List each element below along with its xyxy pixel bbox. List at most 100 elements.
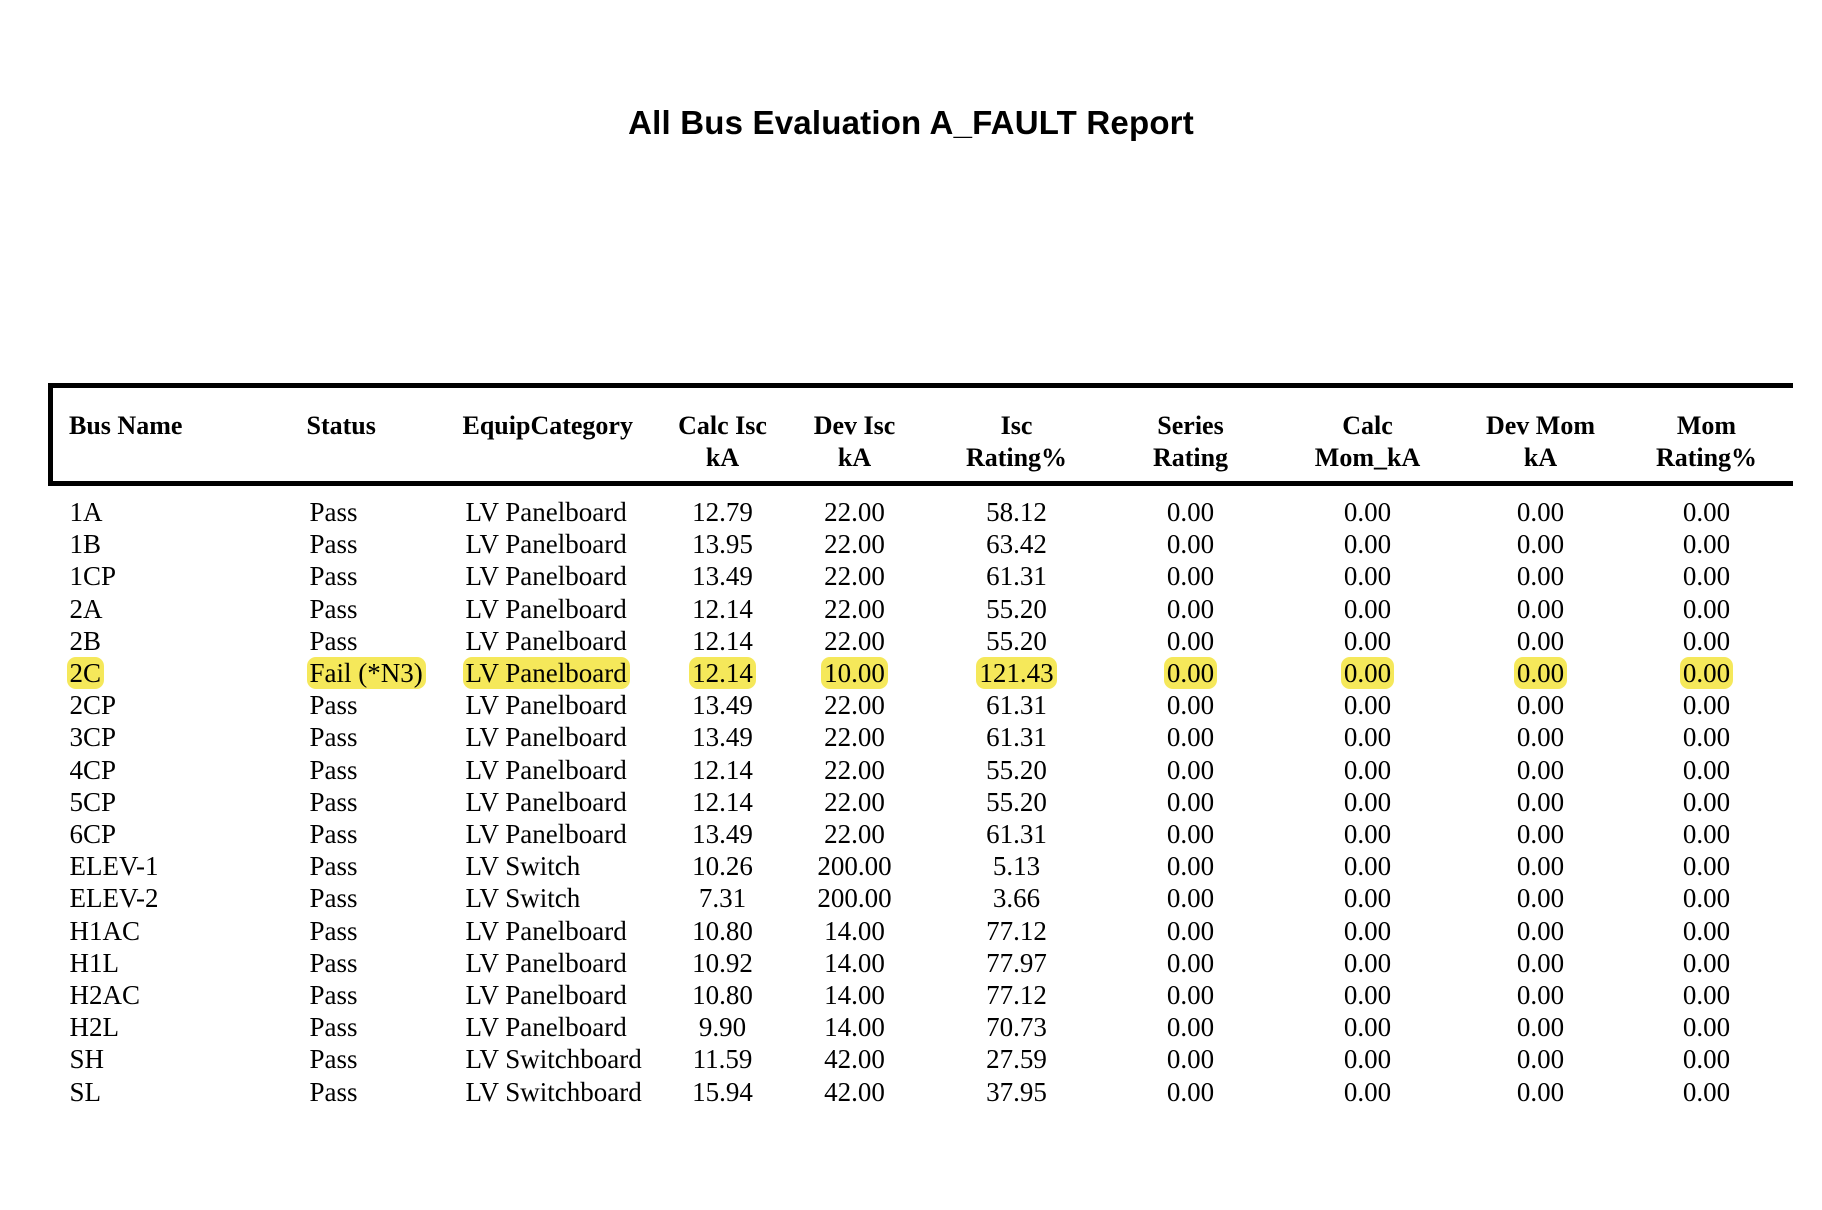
cell-value: 0.00 [1516, 786, 1565, 817]
cell-bus-name: 2B [51, 625, 307, 657]
cell-dev-mom: 0.00 [1461, 689, 1621, 721]
table-row[interactable]: H2AC Pass LV Panelboard 10.80 14.00 77.12 0.00… [51, 979, 1793, 1011]
cell-value: 0.00 [1343, 625, 1392, 656]
cell-dev-mom: 0.00 [1461, 593, 1621, 625]
cell-value: 70.73 [986, 1012, 1047, 1043]
cell-value: 0.00 [1682, 561, 1731, 592]
cell-bus-name: ELEV-2 [51, 882, 307, 914]
cell-dev-mom: 0.00 [1461, 657, 1621, 690]
cell-value: 0.00 [1682, 1044, 1731, 1075]
table-row[interactable]: 1B Pass LV Panelboard 13.95 22.00 63.42 0.00 0.… [51, 528, 1793, 560]
table-row[interactable]: 4CP Pass LV Panelboard 12.14 22.00 55.20 0.00 0… [51, 754, 1793, 786]
cell-value: 0.00 [1516, 851, 1565, 882]
cell-dev-mom: 0.00 [1461, 850, 1621, 882]
cell-value: 0.00 [1682, 819, 1731, 850]
cell-value: 22.00 [824, 754, 885, 785]
cell-calc-isc: 11.59 [663, 1043, 783, 1075]
cell-value: 0.00 [1682, 497, 1731, 527]
cell-value: 0.00 [1166, 819, 1215, 850]
table-row[interactable]: H1L Pass LV Panelboard 10.92 14.00 77.97 0.00 0… [51, 947, 1793, 979]
cell-value: LV Switch [465, 851, 581, 882]
cell-mom-rating: 0.00 [1621, 560, 1793, 592]
cell-value: 0.00 [1682, 625, 1731, 656]
cell-dev-mom: 0.00 [1461, 721, 1621, 753]
cell-isc-rating: 61.31 [927, 689, 1107, 721]
cell-value: LV Panelboard [465, 561, 627, 592]
cell-calc-mom: 0.00 [1275, 979, 1461, 1011]
cell-value: 0.00 [1682, 947, 1731, 978]
cell-value: 55.20 [986, 754, 1047, 785]
cell-value: 0.00 [1166, 561, 1215, 592]
cell-value: 13.49 [692, 561, 753, 592]
table-row[interactable]: 3CP Pass LV Panelboard 13.49 22.00 61.31 0.00 0… [51, 721, 1793, 753]
cell-value: 0.00 [1343, 754, 1392, 785]
cell-value: 0.00 [1166, 593, 1215, 624]
cell-value: Pass [309, 947, 358, 978]
table-row[interactable]: 2CP Pass LV Panelboard 13.49 22.00 61.31 0.00 0… [51, 689, 1793, 721]
cell-value: 13.49 [692, 819, 753, 850]
cell-isc-rating: 5.13 [927, 850, 1107, 882]
cell-dev-mom: 0.00 [1461, 1043, 1621, 1075]
cell-isc-rating: 61.31 [927, 721, 1107, 753]
cell-isc-rating: 77.97 [927, 947, 1107, 979]
table-row[interactable]: 1A Pass LV Panelboard 12.79 22.00 58.12 0.00 0.… [51, 484, 1793, 529]
cell-value: 61.31 [986, 690, 1047, 721]
cell-calc-mom: 0.00 [1275, 560, 1461, 592]
table-row[interactable]: 1CP Pass LV Panelboard 13.49 22.00 61.31 0.00 0… [51, 560, 1793, 592]
cell-equip: LV Switch [463, 850, 663, 882]
table-row[interactable]: 6CP Pass LV Panelboard 13.49 22.00 61.31 0.00 0… [51, 818, 1793, 850]
cell-value: 5CP [69, 786, 117, 817]
table-row[interactable]: H2L Pass LV Panelboard 9.90 14.00 70.73 0.00 0.… [51, 1011, 1793, 1043]
cell-dev-mom: 0.00 [1461, 560, 1621, 592]
table-row[interactable]: 5CP Pass LV Panelboard 12.14 22.00 55.20 0.00 0… [51, 786, 1793, 818]
cell-status: Pass [307, 689, 463, 721]
cell-isc-rating: 63.42 [927, 528, 1107, 560]
cell-series: 0.00 [1107, 593, 1275, 625]
cell-status: Pass [307, 1043, 463, 1075]
cell-value: 3CP [69, 722, 117, 753]
cell-series: 0.00 [1107, 560, 1275, 592]
cell-isc-rating: 27.59 [927, 1043, 1107, 1075]
cell-value: 0.00 [1682, 1012, 1731, 1043]
cell-value: 6CP [69, 819, 117, 850]
cell-value: 1CP [69, 561, 117, 592]
cell-calc-mom: 0.00 [1275, 818, 1461, 850]
cell-value: 55.20 [986, 593, 1047, 624]
cell-mom-rating: 0.00 [1621, 786, 1793, 818]
cell-value: Pass [309, 529, 358, 560]
cell-dev-isc: 22.00 [783, 593, 927, 625]
cell-series: 0.00 [1107, 657, 1275, 690]
cell-status: Pass [307, 754, 463, 786]
table-row[interactable]: ELEV-1 Pass LV Switch 10.26 200.00 5.13 0.00 0.… [51, 850, 1793, 882]
cell-series: 0.00 [1107, 689, 1275, 721]
cell-calc-isc: 12.14 [663, 625, 783, 657]
cell-value: 1A [69, 497, 103, 527]
cell-value: 0.00 [1513, 657, 1568, 690]
cell-value: 0.00 [1343, 786, 1392, 817]
table-row[interactable]: SH Pass LV Switchboard 11.59 42.00 27.59 0.00 0… [51, 1043, 1793, 1075]
table-row[interactable]: ELEV-2 Pass LV Switch 7.31 200.00 3.66 0.00 0.0… [51, 882, 1793, 914]
cell-mom-rating: 0.00 [1621, 1043, 1793, 1075]
cell-value: 0.00 [1682, 754, 1731, 785]
cell-dev-mom: 0.00 [1461, 818, 1621, 850]
cell-bus-name: SH [51, 1043, 307, 1075]
cell-value: 5.13 [992, 851, 1041, 882]
table-row[interactable]: 2C Fail (*N3) LV Panelboard 12.14 10.00 121.4… [51, 657, 1793, 690]
cell-value: 10.26 [692, 851, 753, 882]
cell-calc-isc: 12.14 [663, 786, 783, 818]
table-row[interactable]: 2A Pass LV Panelboard 12.14 22.00 55.20 0.00 0.… [51, 593, 1793, 625]
cell-value: 0.00 [1166, 625, 1215, 656]
cell-value: 0.00 [1516, 722, 1565, 753]
cell-status: Pass [307, 1011, 463, 1043]
cell-value: 22.00 [824, 593, 885, 624]
cell-value: Pass [309, 1012, 358, 1043]
cell-equip: LV Panelboard [463, 915, 663, 947]
cell-value: Pass [309, 851, 358, 882]
cell-calc-mom: 0.00 [1275, 593, 1461, 625]
cell-mom-rating: 0.00 [1621, 754, 1793, 786]
table-row[interactable]: SL Pass LV Switchboard 15.94 42.00 37.95 0.00 0… [51, 1076, 1793, 1108]
table-header: Bus Name Status EquipCategory Calc Isc kA… [48, 383, 1793, 486]
table-row[interactable]: 2B Pass LV Panelboard 12.14 22.00 55.20 0.00 0.… [51, 625, 1793, 657]
table-row[interactable]: H1AC Pass LV Panelboard 10.80 14.00 77.12 0.00… [51, 915, 1793, 947]
cell-status: Pass [307, 528, 463, 560]
